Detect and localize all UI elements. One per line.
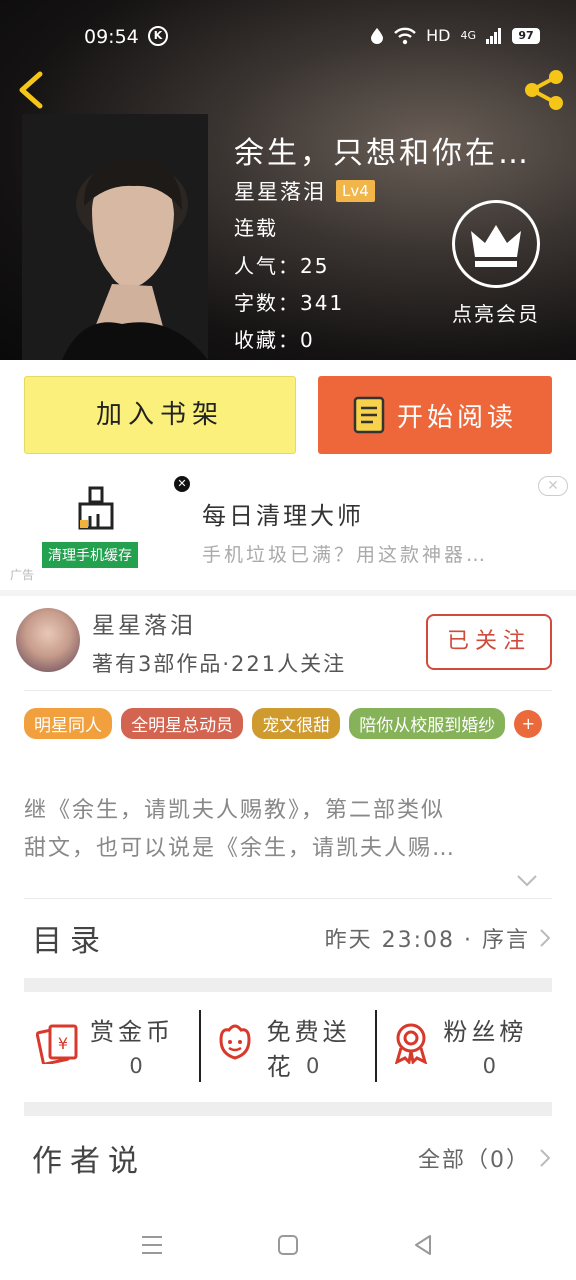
book-popularity: 人气：25	[234, 254, 330, 278]
status-bar: 09:54 K HD 4G 97	[0, 18, 576, 54]
reward-bar: ¥ 赏金币 0 免费送花 0 粉丝榜 0	[24, 1006, 552, 1086]
ad-title: 每日清理大师	[202, 502, 364, 530]
catalog-row[interactable]: 目录 昨天 23:08 · 序言	[24, 900, 552, 976]
ad-dismiss-dot[interactable]: ✕	[174, 476, 190, 492]
vip-button[interactable]: 点亮会员	[446, 200, 546, 327]
book-description[interactable]: 继《余生，请凯夫人赐教》，第二部类似 甜文，也可以说是《余生，请凯夫人赐…	[24, 792, 548, 868]
vip-label: 点亮会员	[452, 302, 540, 326]
reward-label: 粉丝榜	[443, 1018, 528, 1046]
divider	[24, 690, 552, 691]
svg-text:¥: ¥	[58, 1034, 68, 1053]
reward-count: 0	[129, 1054, 143, 1078]
reward-label: 赏金币	[90, 1018, 174, 1046]
catalog-latest: 昨天 23:08 · 序言	[324, 928, 530, 953]
start-reading-label: 开始阅读	[396, 402, 517, 433]
medal-icon	[395, 1023, 428, 1064]
description-line: 甜文，也可以说是《余生，请凯夫人赐…	[24, 836, 457, 861]
water-drop-icon	[371, 27, 384, 44]
signal-type: 4G	[460, 29, 476, 42]
chevron-right-icon	[540, 929, 551, 947]
action-buttons: 加入书架 开始阅读	[24, 376, 552, 454]
reward-coins[interactable]: ¥ 赏金币 0	[24, 1006, 199, 1086]
battery-icon: 97	[512, 27, 540, 44]
network-type: HD	[426, 26, 451, 45]
reward-flowers[interactable]: 免费送花 0	[201, 1006, 376, 1086]
app-notification-icon: K	[148, 26, 168, 46]
back-icon[interactable]	[412, 1234, 434, 1256]
menu-icon[interactable]	[140, 1234, 164, 1256]
home-icon[interactable]	[277, 1234, 299, 1256]
divider	[24, 898, 552, 899]
system-nav-bar	[0, 1210, 576, 1280]
more-tags-button[interactable]: +	[514, 709, 543, 738]
back-arrow-icon[interactable]	[16, 70, 46, 110]
book-status: 连载	[234, 216, 278, 240]
reward-fans[interactable]: 粉丝榜 0	[377, 1006, 552, 1086]
author-says-label: 作者说	[32, 1144, 146, 1179]
red-envelope-icon: ¥	[36, 1024, 78, 1064]
status-time: 09:54	[84, 26, 139, 48]
follow-button[interactable]: 已关注	[426, 614, 552, 670]
reward-count: 0	[482, 1054, 497, 1078]
flower-icon	[219, 1024, 251, 1060]
section-separator	[24, 1102, 552, 1116]
book-cover-image[interactable]	[22, 114, 208, 360]
author-says-row[interactable]: 作者说 全部（0）	[24, 1120, 552, 1196]
add-to-shelf-button[interactable]: 加入书架	[24, 376, 296, 454]
share-icon[interactable]	[522, 68, 566, 112]
book-detail-page: 09:54 K HD 4G 97 余生，只想和你在… 星星落泪 Lv4 连载 人…	[0, 0, 576, 1280]
tag-pill[interactable]: 陪你从校服到婚纱	[349, 708, 506, 739]
wifi-icon	[394, 27, 416, 44]
broom-icon	[78, 486, 114, 530]
chevron-right-icon	[540, 1149, 551, 1167]
cover-portrait	[22, 114, 208, 360]
author-card: 星星落泪 著有3部作品·221人关注 已关注	[0, 596, 576, 692]
chevron-down-icon[interactable]	[516, 874, 538, 888]
ad-tag: 清理手机缓存	[42, 542, 138, 568]
catalog-label: 目录	[32, 924, 108, 959]
author-says-count: 全部（0）	[418, 1148, 530, 1173]
description-line: 继《余生，请凯夫人赐教》，第二部类似	[24, 798, 446, 823]
ad-mark: 广告	[10, 568, 35, 582]
book-word-count: 字数：341	[234, 291, 345, 315]
section-separator	[24, 978, 552, 992]
close-icon[interactable]: ✕	[538, 476, 568, 496]
tag-list: 明星同人 全明星总动员 宠文很甜 陪你从校服到婚纱 +	[24, 708, 544, 745]
book-header: 09:54 K HD 4G 97 余生，只想和你在… 星星落泪 Lv4 连载 人…	[0, 0, 576, 360]
crown-icon	[452, 200, 540, 288]
tag-pill[interactable]: 全明星总动员	[121, 708, 244, 739]
tag-pill[interactable]: 宠文很甜	[252, 708, 341, 739]
reward-count: 0	[305, 1054, 320, 1078]
author-line: 星星落泪 Lv4	[234, 176, 375, 206]
signal-icon	[486, 27, 501, 44]
author-stats: 著有3部作品·221人关注	[92, 652, 347, 676]
book-icon	[353, 396, 385, 434]
start-reading-button[interactable]: 开始阅读	[318, 376, 552, 454]
tag-pill[interactable]: 明星同人	[24, 708, 112, 739]
ad-subtitle: 手机垃圾已满？用这款神器…	[202, 544, 489, 566]
ad-banner[interactable]: 清理手机缓存 ✕ 每日清理大师 手机垃圾已满？用这款神器… ✕ 广告	[0, 470, 576, 590]
author-name[interactable]: 星星落泪	[92, 606, 196, 640]
book-author[interactable]: 星星落泪	[234, 176, 326, 206]
author-level-badge: Lv4	[336, 180, 375, 202]
book-title: 余生，只想和你在…	[234, 136, 531, 171]
book-favorites: 收藏：0	[234, 328, 315, 352]
avatar[interactable]	[16, 608, 80, 672]
